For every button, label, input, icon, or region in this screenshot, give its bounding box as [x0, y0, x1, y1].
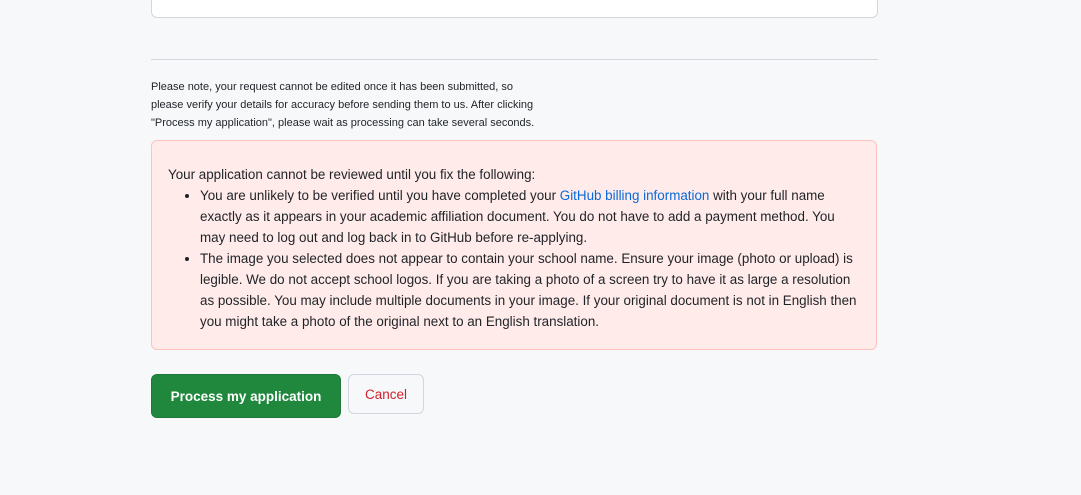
process-application-button[interactable]: Process my application — [151, 374, 341, 418]
footer-cropped: ▬ ▬ ▬ — [0, 484, 1081, 495]
divider — [151, 59, 878, 60]
footer-heading-fragment: ▬ — [117, 484, 149, 495]
footer-heading-fragment: ▬ — [456, 484, 488, 495]
note-line: "Process my application", please wait as… — [151, 117, 535, 129]
cancel-button[interactable]: Cancel — [348, 374, 424, 414]
previous-section-card — [151, 0, 878, 18]
github-billing-link[interactable]: GitHub billing information — [560, 188, 710, 203]
footer-heading-fragment: ▬ — [795, 484, 827, 495]
error-item-image: The image you selected does not appear t… — [200, 248, 860, 332]
error-list: You are unlikely to be verified until yo… — [168, 185, 860, 332]
error-item-text: You are unlikely to be verified until yo… — [200, 188, 560, 203]
submission-note: Please note, your request cannot be edit… — [151, 78, 581, 132]
page: Please note, your request cannot be edit… — [0, 0, 1081, 495]
error-title: Your application cannot be reviewed unti… — [168, 167, 536, 182]
error-flash: Your application cannot be reviewed unti… — [151, 140, 877, 350]
note-line: please verify your details for accuracy … — [151, 99, 534, 111]
error-item-billing: You are unlikely to be verified until yo… — [200, 185, 860, 248]
note-line: Please note, your request cannot be edit… — [151, 81, 514, 93]
